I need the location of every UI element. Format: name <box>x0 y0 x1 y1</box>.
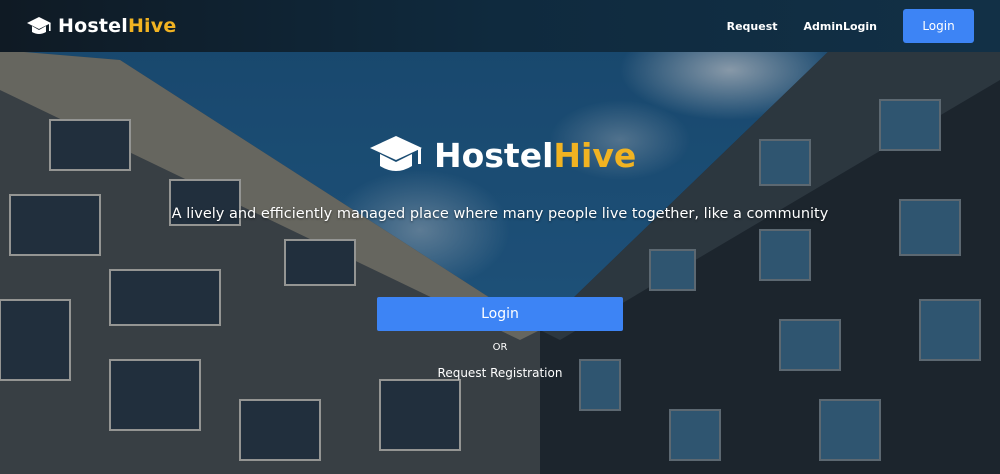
graduation-cap-icon <box>370 136 422 171</box>
brand-logo[interactable]: HostelHive <box>26 14 176 38</box>
nav-login-button[interactable]: Login <box>903 9 974 43</box>
hero-tagline: A lively and efficiently managed place w… <box>171 206 829 222</box>
hero-section: HostelHive A lively and efficiently mana… <box>0 0 1000 474</box>
hero-login-button[interactable]: Login <box>377 297 623 331</box>
nav-links: Request AdminLogin Login <box>727 9 974 43</box>
nav-link-admin-login[interactable]: AdminLogin <box>804 20 878 33</box>
or-separator: OR <box>492 342 508 353</box>
navbar: HostelHive Request AdminLogin Login <box>0 0 1000 52</box>
graduation-cap-icon <box>27 17 51 34</box>
nav-link-request[interactable]: Request <box>727 20 778 33</box>
hero-title: HostelHive <box>434 135 637 175</box>
request-registration-link[interactable]: Request Registration <box>438 366 563 380</box>
hero-logo: HostelHive <box>368 132 636 178</box>
request-registration-container: Request Registration <box>0 366 1000 380</box>
brand-name: HostelHive <box>58 15 177 37</box>
